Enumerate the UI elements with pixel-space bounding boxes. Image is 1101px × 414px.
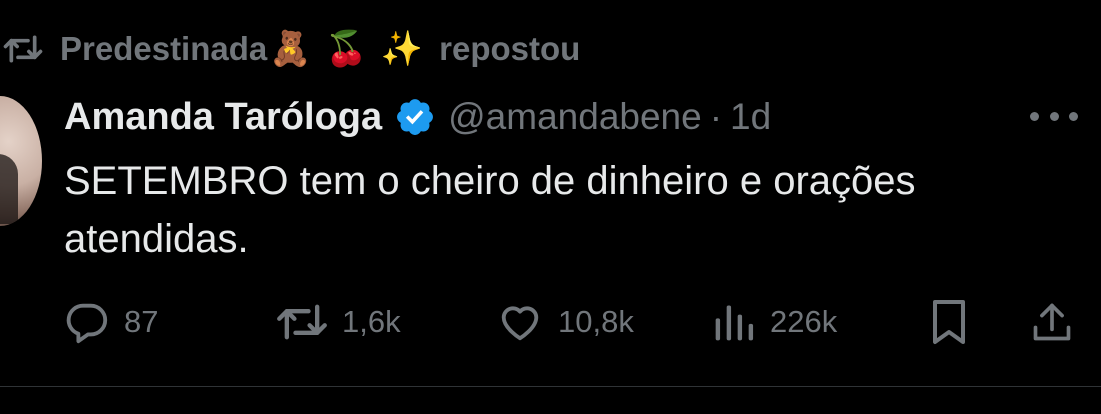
separator-dot: · — [709, 96, 723, 137]
repost-icon — [0, 26, 46, 72]
repost-label: repostou — [439, 30, 581, 67]
divider — [0, 386, 1101, 387]
reposter-name[interactable]: Predestinada — [60, 30, 267, 68]
more-options-icon[interactable] — [1030, 104, 1078, 128]
analytics-icon — [712, 300, 756, 344]
reply-button[interactable]: 87 — [64, 290, 158, 354]
like-button[interactable]: 10,8k — [496, 290, 634, 354]
tweet-header: Amanda Taróloga @amandabene · 1d — [64, 90, 771, 144]
tweet-text: SETEMBRO tem o cheiro de dinheiro e oraç… — [64, 159, 916, 261]
repost-action-icon — [276, 300, 328, 344]
tweet-actions: 87 1,6k 10,8k 226k — [0, 290, 1101, 354]
repost-count: 1,6k — [342, 304, 401, 339]
heart-icon — [496, 299, 544, 345]
tweet-card[interactable]: Predestinada 🧸 🍒 ✨ repostou Amanda Taról… — [0, 0, 1101, 414]
reposter-emojis: 🧸 🍒 ✨ — [269, 30, 426, 68]
repost-context: Predestinada 🧸 🍒 ✨ repostou — [0, 24, 580, 74]
like-count: 10,8k — [558, 304, 634, 339]
repost-button[interactable]: 1,6k — [276, 290, 401, 354]
tweet-timestamp[interactable]: 1d — [730, 96, 771, 138]
views-count: 226k — [770, 304, 838, 339]
views-button[interactable]: 226k — [712, 290, 837, 354]
share-icon — [1030, 299, 1074, 345]
bookmark-icon — [928, 298, 970, 346]
reply-icon — [64, 299, 110, 345]
author-handle[interactable]: @amandabene — [448, 96, 702, 138]
verified-badge-icon[interactable] — [394, 96, 436, 138]
reply-count: 87 — [124, 304, 159, 339]
bookmark-button[interactable] — [928, 290, 970, 354]
author-name[interactable]: Amanda Taróloga — [64, 96, 382, 139]
share-button[interactable] — [1030, 290, 1074, 354]
avatar[interactable] — [0, 96, 42, 226]
